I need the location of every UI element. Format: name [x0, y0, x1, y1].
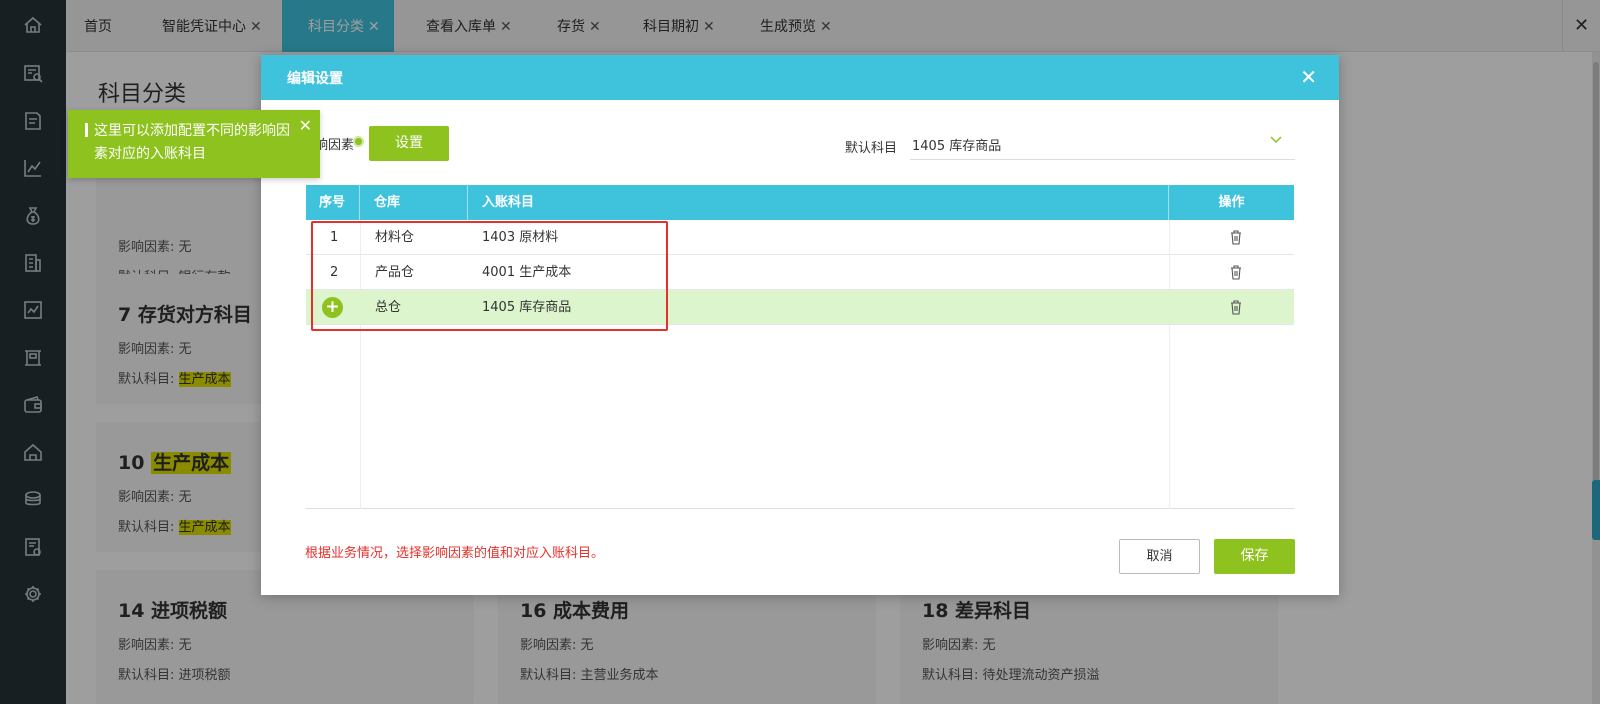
trash-icon[interactable]	[1230, 265, 1242, 280]
chevron-down-icon[interactable]	[1269, 132, 1283, 150]
highlight-box	[311, 221, 668, 331]
close-icon[interactable]: ✕	[299, 116, 312, 135]
factor-toggle[interactable]	[353, 136, 364, 147]
dialog-title: 编辑设置	[287, 71, 343, 87]
default-account-select[interactable]: 1405 库存商品	[910, 130, 1295, 160]
default-account-value: 1405 库存商品	[912, 139, 1002, 154]
close-icon[interactable]: ✕	[1300, 65, 1317, 89]
col-header-action: 操作	[1218, 195, 1245, 210]
guide-tooltip: 这里可以添加配置不同的影响因素对应的入账科目 ✕	[68, 110, 320, 178]
trash-icon[interactable]	[1230, 230, 1242, 245]
col-header-account: 入账科目	[468, 185, 1169, 220]
trash-icon[interactable]	[1230, 300, 1242, 315]
col-header-index: 序号	[306, 185, 360, 220]
dialog-header: 编辑设置 ✕	[261, 55, 1339, 100]
hint-text: 根据业务情况，选择影响因素的值和对应入账科目。	[305, 546, 605, 561]
set-button[interactable]: 设置	[369, 126, 449, 161]
table-header: 序号 仓库 入账科目 操作	[306, 185, 1294, 220]
cancel-button[interactable]: 取消	[1119, 539, 1200, 574]
tooltip-text: 这里可以添加配置不同的影响因素对应的入账科目	[94, 123, 290, 162]
default-account-label: 默认科目	[845, 141, 898, 156]
tooltip-accent-bar	[85, 123, 88, 137]
col-header-warehouse: 仓库	[360, 185, 468, 220]
edit-settings-dialog: 编辑设置 ✕ 响因素 设置 默认科目 1405 库存商品 序号 仓库 入账科目 …	[261, 55, 1339, 595]
save-button[interactable]: 保存	[1214, 539, 1295, 574]
factor-label: 响因素	[315, 138, 355, 153]
